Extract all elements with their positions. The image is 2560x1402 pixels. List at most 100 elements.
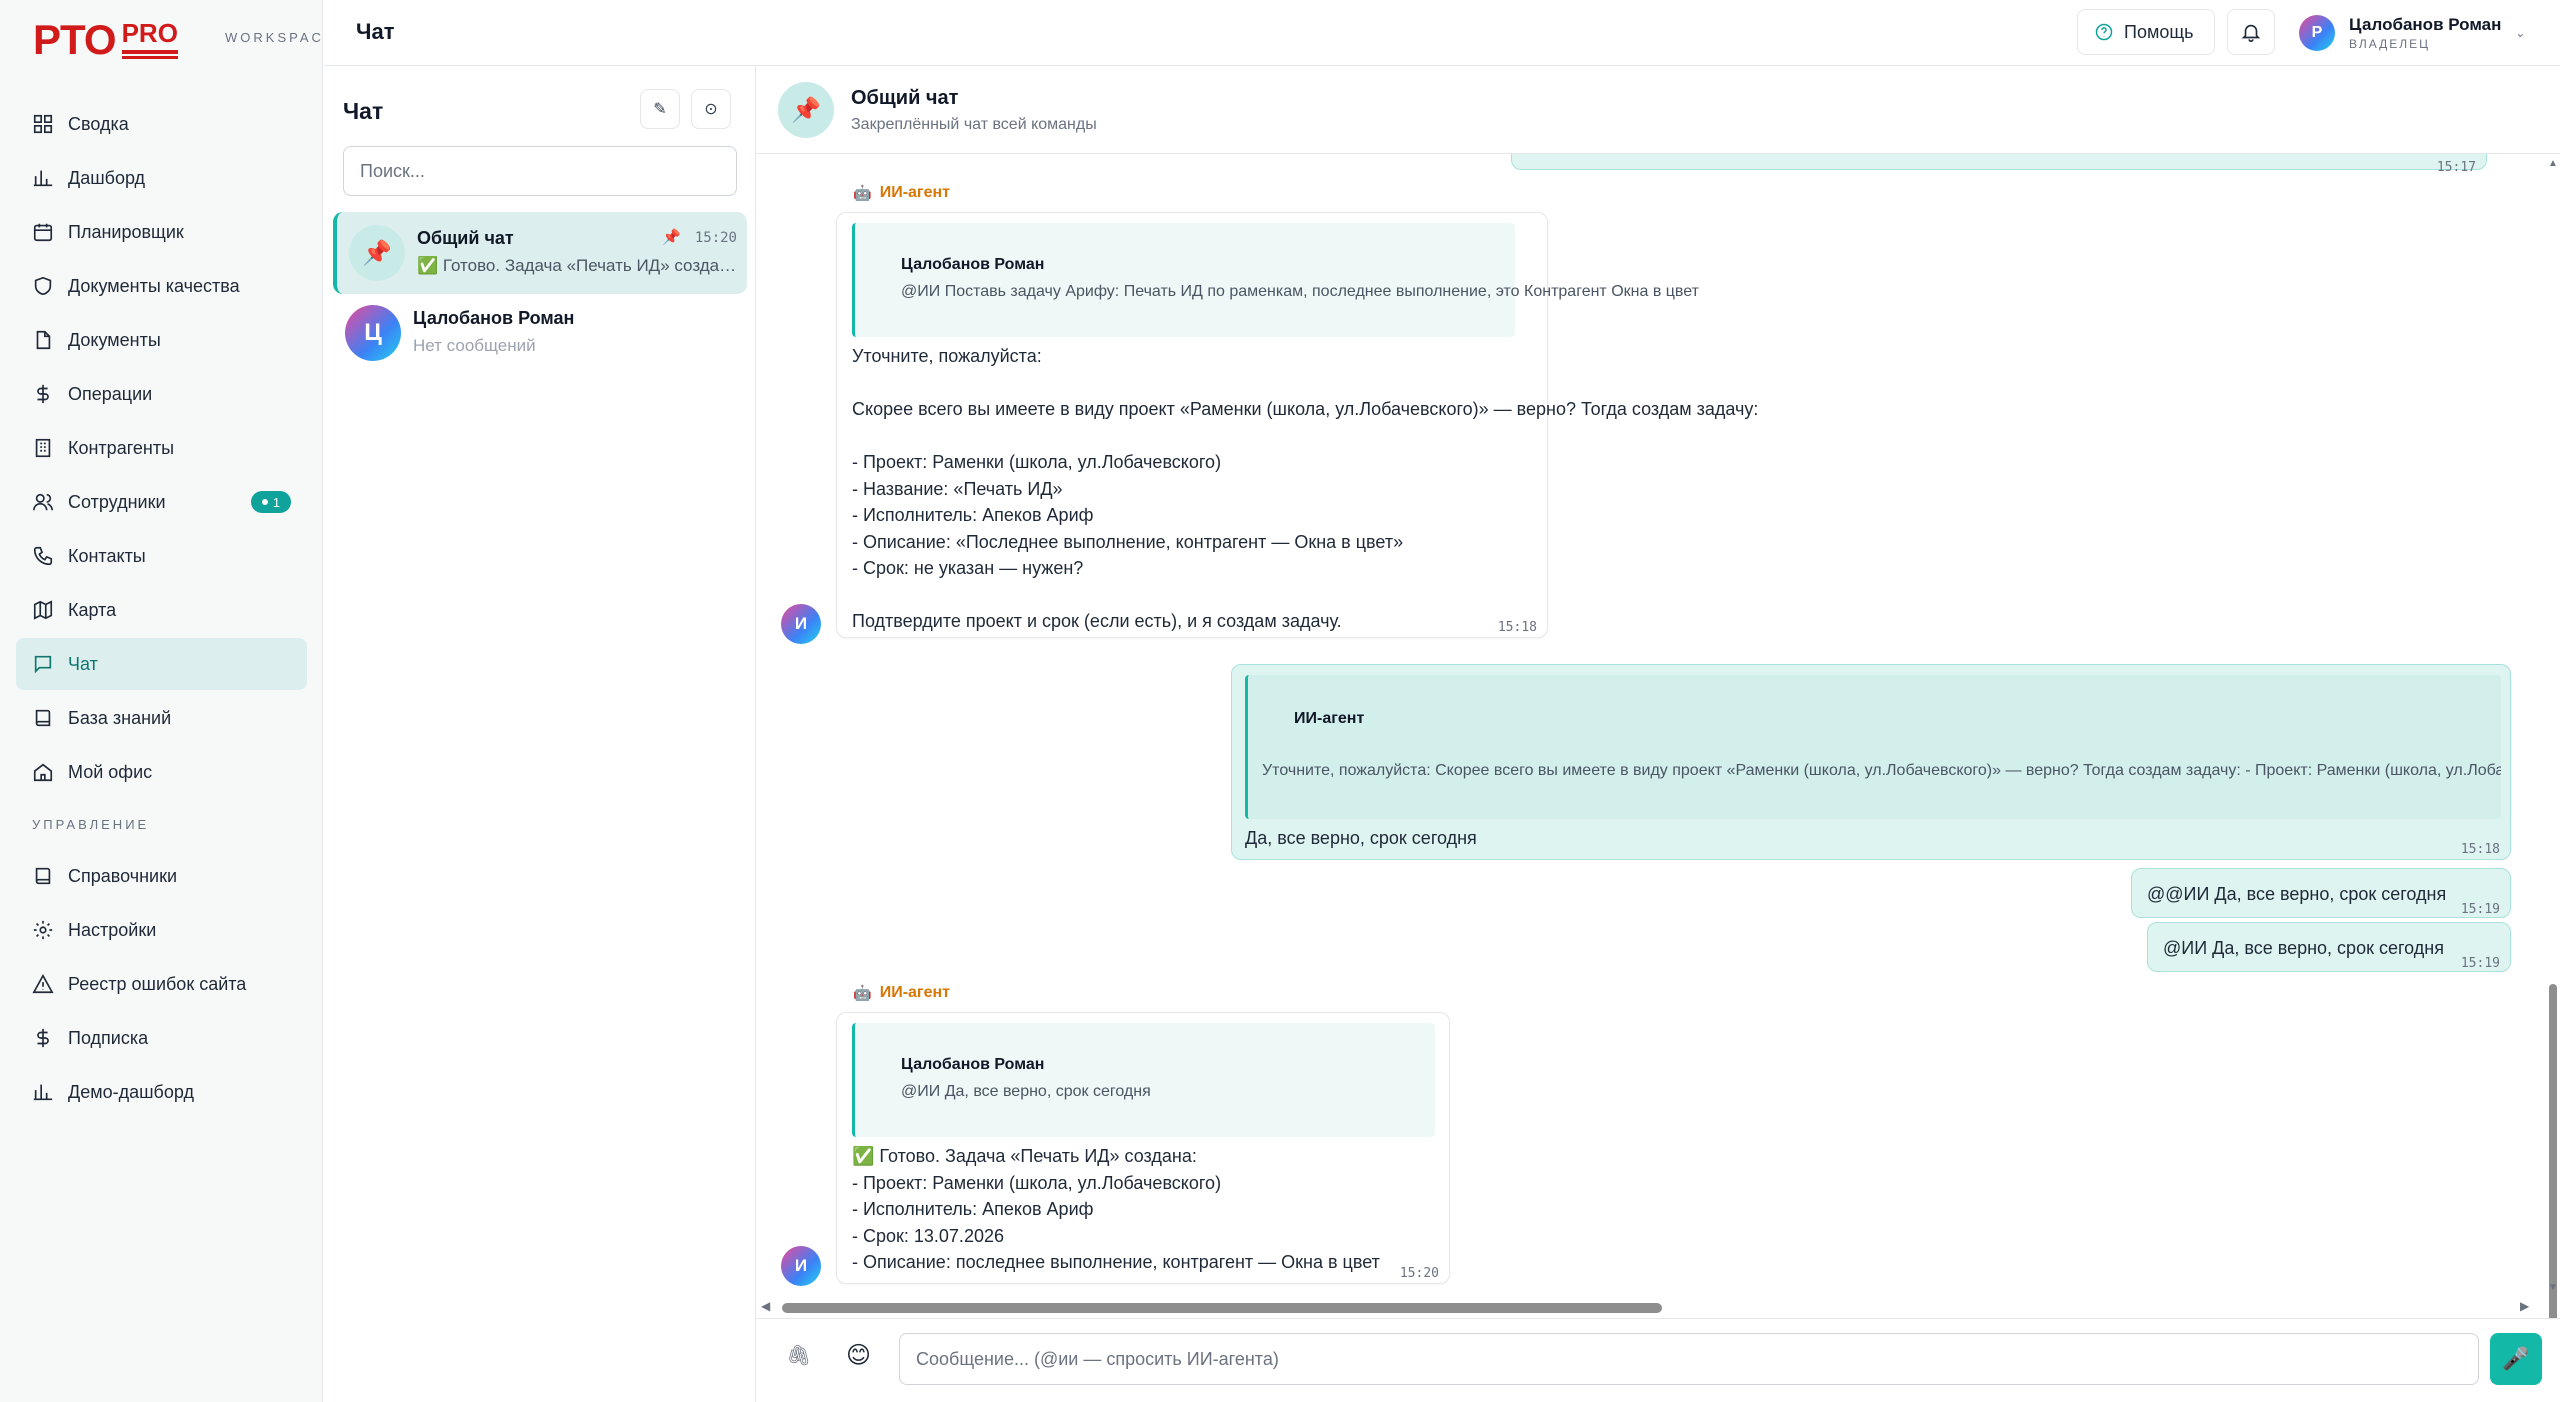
new-chat-button[interactable]: ✎ [640, 89, 680, 129]
message-text: @@ИИ Да, все верно, срок сегодня [2147, 884, 2447, 904]
conversation-item[interactable]: 📌 Общий чат 📌 15:20 ✅ Готово. Задача «Пе… [333, 212, 747, 294]
message-bubble[interactable]: @ИИ Да, все верно, срок сегодня 15:19 [2147, 922, 2511, 972]
chevron-down-icon: ⌄ [2515, 26, 2526, 40]
logo-workspace: WORKSPACE [225, 30, 336, 45]
message-text: Уточните, пожалуйста: Скорее всего вы им… [852, 346, 1759, 631]
conversation-time: 15:20 [694, 230, 737, 246]
attach-icon[interactable]: 🖇 [786, 1343, 811, 1368]
nav-item-planner[interactable]: Планировщик [16, 206, 307, 258]
conversation-last-message: ✅ Готово. Задача «Печать ИД» создана: [417, 256, 737, 275]
bell-icon [2241, 24, 2261, 42]
nav-item-dashboard[interactable]: Дашборд [16, 152, 307, 204]
scroll-down-icon[interactable]: ▼ [2548, 1282, 2558, 1293]
chat-header: 📌 Общий чат Закреплённый чат всей команд… [756, 66, 2560, 154]
message-composer: 🖇 😊 🎤 [756, 1318, 2560, 1402]
conversation-item[interactable]: Ц Цалобанов Роман Нет сообщений [333, 292, 747, 374]
book-icon [32, 707, 54, 729]
nav-item-knowledge-base[interactable]: База знаний [16, 692, 307, 744]
gear-icon [32, 919, 54, 941]
chat-settings-button[interactable]: ⊙ [691, 89, 731, 129]
settings-icon: ⊙ [704, 101, 718, 118]
top-bar: Чат Помощь Р Цалобанов Роман ВЛАДЕЛЕЦ ⌄ [324, 0, 2560, 66]
message-sender: 🤖 ИИ-агент [853, 184, 950, 202]
scrollbar-thumb[interactable] [782, 1303, 1662, 1313]
nav-item-label: Контрагенты [68, 437, 175, 458]
warning-icon [32, 973, 54, 995]
building-icon [32, 437, 54, 459]
map-icon [32, 599, 54, 621]
user-info: Цалобанов Роман ВЛАДЕЛЕЦ [2349, 16, 2501, 50]
nav-item-label: Сводка [68, 113, 129, 134]
scroll-right-icon[interactable]: ▶ [2520, 1299, 2529, 1313]
message-time: 15:20 [1399, 1266, 1439, 1281]
nav-item-label: Настройки [68, 919, 157, 940]
pin-icon: 📌 [778, 82, 834, 138]
house-icon [32, 761, 54, 783]
horizontal-scrollbar[interactable]: ◀ ▶ [756, 1298, 2560, 1316]
reply-quote[interactable]: ИИ-агент Уточните, пожалуйста: Скорее вс… [1245, 675, 2501, 819]
pinned-icon: 📌 [662, 229, 681, 246]
logo-pro: PRO [121, 18, 179, 59]
send-icon: 🎤 [2502, 1346, 2530, 1371]
nav-item-contacts[interactable]: Контакты [16, 530, 307, 582]
message-bubble[interactable]: Цалобанов Роман @ИИ Да, все верно, срок … [836, 1012, 1450, 1284]
vertical-scrollbar[interactable]: ▲ ▼ [2546, 154, 2560, 1334]
grid-icon [32, 113, 54, 135]
nav-item-documents[interactable]: Документы [16, 314, 307, 366]
quote-author: ИИ-агент [1294, 710, 1365, 727]
book-icon [32, 865, 54, 887]
nav-item-demo-dashboard[interactable]: Демо-дашборд [16, 1066, 307, 1118]
reply-quote[interactable]: Цалобанов Роман @ИИ Поставь задачу Арифу… [852, 223, 1699, 337]
conversation-last-message: Нет сообщений [413, 336, 536, 355]
phone-icon [32, 545, 54, 567]
message-time: 15:18 [2460, 842, 2500, 857]
message-bubble: 15:17 [1511, 154, 2487, 175]
search-input[interactable] [343, 146, 737, 196]
chat-subtitle: Закреплённый чат всей команды [851, 116, 1097, 133]
quote-text: @ИИ Поставь задачу Арифу: Печать ИД по р… [901, 283, 1699, 300]
logo[interactable]: PTO PRO WORKSPACE [33, 16, 333, 63]
scroll-left-icon[interactable]: ◀ [761, 1299, 770, 1313]
nav-item-label: Мой офис [68, 761, 153, 782]
scroll-up-icon[interactable]: ▲ [2548, 158, 2558, 169]
nav-item-label: Подписка [68, 1027, 149, 1048]
avatar: Ц [345, 305, 401, 361]
nav-item-settings[interactable]: Настройки [16, 904, 307, 956]
nav-item-quality-docs[interactable]: Документы качества [16, 260, 307, 312]
nav-item-label: Дашборд [68, 167, 146, 188]
message-time: 15:18 [1497, 620, 1537, 635]
chat-title: Общий чат [851, 87, 959, 109]
emoji-icon[interactable]: 😊 [846, 1341, 871, 1370]
bar-chart-icon [32, 1081, 54, 1103]
nav-item-svodka[interactable]: Сводка [16, 98, 307, 150]
conversation-name: Общий чат [417, 228, 514, 248]
users-icon [32, 491, 54, 513]
robot-icon: 🤖 [853, 985, 872, 1002]
nav-item-contractors[interactable]: Контрагенты [16, 422, 307, 474]
chat-list-panel: Чат ✎ ⊙ 📌 Общий чат 📌 15:20 ✅ Готово. За… [324, 66, 756, 1402]
notifications-button[interactable] [2227, 9, 2275, 55]
reply-quote[interactable]: Цалобанов Роман @ИИ Да, все верно, срок … [852, 1023, 1435, 1137]
quote-author: Цалобанов Роман [901, 1056, 1045, 1073]
user-role: ВЛАДЕЛЕЦ [2349, 37, 2431, 51]
nav-item-label: Сотрудники [68, 491, 166, 512]
nav-item-employees[interactable]: Сотрудники 1 [16, 476, 307, 528]
page-title: Чат [356, 19, 395, 44]
message-bubble[interactable]: Цалобанов Роман @ИИ Поставь задачу Арифу… [836, 212, 1758, 638]
logo-pto: PTO [33, 16, 117, 63]
nav-item-subscription[interactable]: Подписка [16, 1012, 307, 1064]
sidebar-nav: PTO PRO WORKSPACE Сводка Дашборд Планиро… [0, 0, 333, 1402]
nav-item-chat[interactable]: Чат [16, 638, 307, 690]
message-input[interactable] [899, 1333, 2479, 1385]
send-button[interactable]: 🎤 [2490, 1333, 2542, 1385]
nav-item-references[interactable]: Справочники [16, 850, 307, 902]
message-bubble[interactable]: ИИ-агент Уточните, пожалуйста: Скорее вс… [1231, 664, 2511, 860]
help-button[interactable]: Помощь [2077, 9, 2215, 55]
message-bubble[interactable]: @@ИИ Да, все верно, срок сегодня 15:19 [2131, 868, 2511, 918]
user-menu[interactable]: Р Цалобанов Роман ВЛАДЕЛЕЦ ⌄ [2299, 10, 2549, 56]
nav-item-my-office[interactable]: Мой офис [16, 746, 307, 798]
chat-icon [32, 653, 54, 675]
nav-item-map[interactable]: Карта [16, 584, 307, 636]
nav-item-operations[interactable]: Операции [16, 368, 307, 420]
nav-item-error-log[interactable]: Реестр ошибок сайта [16, 958, 307, 1010]
